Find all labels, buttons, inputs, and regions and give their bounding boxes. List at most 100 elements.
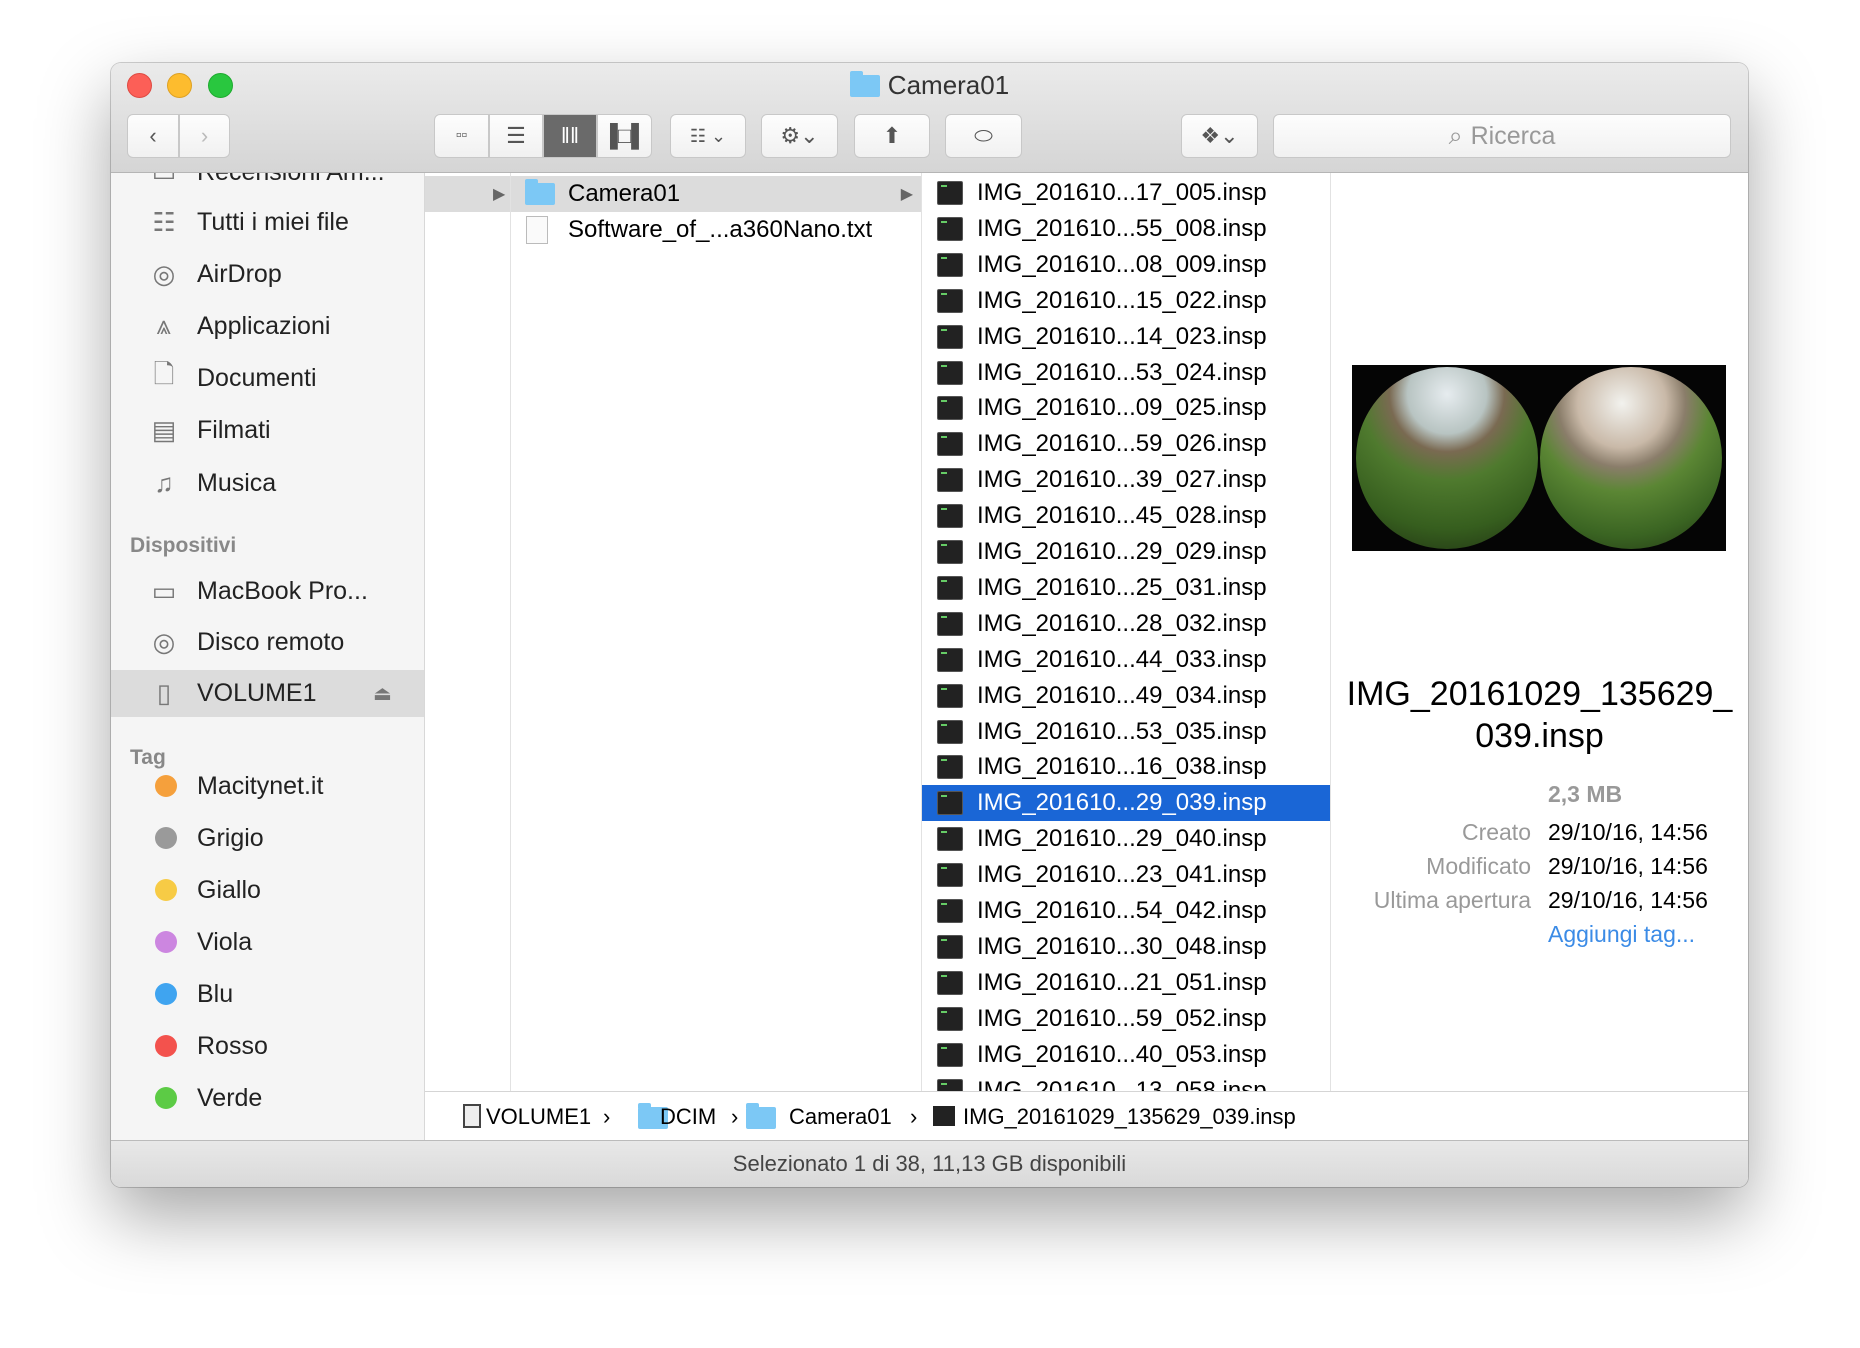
file-row[interactable]: IMG_201610...49_034.insp — [922, 678, 1330, 714]
sidebar-item-macbook[interactable]: ▭ MacBook Pro... — [111, 568, 424, 614]
insp-file-icon — [937, 719, 963, 744]
share-button[interactable]: ⬆ — [854, 114, 930, 158]
sidebar-tag-rosso[interactable]: Rosso — [111, 1023, 424, 1069]
arrange-button[interactable]: ☷ ⌄ — [670, 114, 746, 158]
folder-icon — [746, 1103, 776, 1129]
tag-color-dot-icon — [155, 879, 177, 901]
created-value: 29/10/16, 14:56 — [1548, 819, 1708, 845]
insp-file-icon — [937, 755, 963, 780]
file-row[interactable]: IMG_201610...45_028.insp — [922, 498, 1330, 534]
insp-file-icon — [937, 252, 963, 277]
file-name: IMG_201610...14_023.insp — [977, 322, 1267, 350]
sidebar-item-label: Grigio — [197, 823, 264, 852]
sidebar-tag-blu[interactable]: Blu — [111, 971, 424, 1017]
tag-color-dot-icon — [155, 1087, 177, 1109]
list-view-button[interactable]: ☰ — [489, 114, 543, 158]
chevron-right-icon: › — [910, 1104, 918, 1129]
sidebar-item-all-files[interactable]: ☷ Tutti i miei file — [111, 199, 424, 245]
tag-button[interactable]: ⬭ — [945, 114, 1022, 158]
item-name: Software_of_...a360Nano.txt — [568, 216, 873, 243]
path-item-camera01[interactable]: Camera01 — [789, 1104, 892, 1130]
sidebar-item-recensioni[interactable]: ▭ Recensioni Am... — [111, 173, 424, 195]
sidebar-item-label: MacBook Pro... — [197, 576, 368, 605]
file-row[interactable]: IMG_201610...29_039.insp — [922, 785, 1330, 822]
action-button[interactable]: ⚙⌄ — [761, 114, 838, 158]
column-row-selected[interactable]: ▶ — [425, 176, 510, 212]
sidebar-item-documents[interactable]: 🗋 Documenti — [111, 355, 424, 401]
file-row[interactable]: IMG_201610...09_025.insp — [922, 390, 1330, 426]
chevron-right-icon: › — [731, 1104, 739, 1129]
sidebar-tag-grigio[interactable]: Grigio — [111, 815, 424, 861]
eject-icon[interactable]: ⏏ — [373, 681, 392, 706]
file-name: IMG_201610...45_028.insp — [977, 502, 1267, 530]
item-name: Camera01 — [568, 180, 681, 207]
dropbox-button[interactable]: ❖⌄ — [1181, 114, 1258, 158]
file-row[interactable]: IMG_201610...53_024.insp — [922, 355, 1330, 391]
all-files-icon: ☷ — [152, 206, 176, 237]
file-row[interactable]: IMG_201610...53_035.insp — [922, 714, 1330, 750]
sidebar-tag-viola[interactable]: Viola — [111, 919, 424, 965]
insp-file-icon — [937, 504, 963, 529]
sidebar: ▭ Recensioni Am... ☷ Tutti i miei file ◎ Ai… — [111, 173, 425, 1140]
file-row[interactable]: IMG_201610...25_031.insp — [922, 570, 1330, 606]
sidebar-item-label: Macitynet.it — [197, 771, 324, 800]
sidebar-item-applications[interactable]: ⩓ Applicazioni — [111, 303, 424, 349]
forward-button[interactable]: › — [179, 114, 230, 158]
file-name: IMG_201610...53_024.insp — [977, 358, 1267, 386]
path-item-file[interactable]: IMG_20161029_135629_039.insp — [963, 1104, 1296, 1130]
file-row[interactable]: IMG_201610...14_023.insp — [922, 319, 1330, 355]
insp-file-icon — [937, 1042, 963, 1067]
sidebar-tag-giallo[interactable]: Giallo — [111, 867, 424, 913]
insp-file-icon — [937, 396, 963, 421]
sidebar-item-music[interactable]: ♫ Musica — [111, 460, 424, 506]
column-2: Camera01 ▶ Software_of_...a360Nano.txt — [511, 173, 922, 1140]
sidebar-item-movies[interactable]: ▤ Filmati — [111, 407, 424, 453]
search-icon: ⌕ — [1448, 121, 1463, 150]
file-name: IMG_201610...49_034.insp — [977, 681, 1267, 709]
file-row[interactable]: IMG_201610...29_029.insp — [922, 534, 1330, 570]
file-row[interactable]: IMG_201610...59_052.insp — [922, 1001, 1330, 1037]
path-item-volume1[interactable]: VOLUME1 — [486, 1104, 591, 1130]
add-tags-link[interactable]: Aggiungi tag... — [1548, 921, 1695, 948]
list-icon: ☰ — [506, 123, 526, 148]
icon-view-button[interactable]: ▫▫ — [434, 114, 489, 158]
file-row[interactable]: IMG_201610...59_026.insp — [922, 426, 1330, 462]
sidebar-item-remote-disc[interactable]: ◎ Disco remoto — [111, 619, 424, 665]
file-row[interactable]: IMG_201610...44_033.insp — [922, 642, 1330, 678]
file-row[interactable]: IMG_201610...16_038.insp — [922, 749, 1330, 785]
file-row[interactable]: IMG_201610...21_051.insp — [922, 965, 1330, 1001]
list-item-camera01[interactable]: Camera01 ▶ — [511, 176, 921, 212]
list-item-software-txt[interactable]: Software_of_...a360Nano.txt — [511, 212, 921, 248]
tag-color-dot-icon — [155, 983, 177, 1005]
sidebar-item-airdrop[interactable]: ◎ AirDrop — [111, 251, 424, 297]
file-row[interactable]: IMG_201610...23_041.insp — [922, 857, 1330, 893]
file-row[interactable]: IMG_201610...39_027.insp — [922, 462, 1330, 498]
tag-icon: ⬭ — [974, 123, 993, 148]
sidebar-item-label: Documenti — [197, 363, 317, 392]
cover-flow-button[interactable]: ▐□▌ — [597, 114, 652, 158]
disclosure-triangle-icon: ▶ — [493, 186, 506, 203]
file-row[interactable]: IMG_201610...29_040.insp — [922, 821, 1330, 857]
search-field[interactable]: ⌕ Ricerca — [1273, 114, 1731, 158]
sidebar-tag-macitynetit[interactable]: Macitynet.it — [111, 763, 424, 809]
file-row[interactable]: IMG_201610...54_042.insp — [922, 893, 1330, 929]
file-row[interactable]: IMG_201610...30_048.insp — [922, 929, 1330, 965]
preview-image — [1352, 365, 1726, 551]
column-view-button[interactable]: ‖‖ — [543, 114, 597, 158]
file-row[interactable]: IMG_201610...15_022.insp — [922, 283, 1330, 319]
file-row[interactable]: IMG_201610...55_008.insp — [922, 211, 1330, 247]
file-row[interactable]: IMG_201610...28_032.insp — [922, 606, 1330, 642]
back-button[interactable]: ‹ — [127, 114, 179, 158]
sidebar-item-volume1[interactable]: ▯ VOLUME1 ⏏ — [111, 670, 424, 717]
file-row[interactable]: IMG_201610...17_005.insp — [922, 175, 1330, 211]
path-item-dcim[interactable]: DCIM — [660, 1104, 716, 1130]
file-row[interactable]: IMG_201610...40_053.insp — [922, 1037, 1330, 1073]
sidebar-item-label: Tutti i miei file — [197, 207, 349, 236]
tag-color-dot-icon — [155, 931, 177, 953]
finder-window: Camera01 ‹ › ▫▫ ☰ ‖‖ ▐□▌ ☷ ⌄ ⚙⌄ ⬆ ⬭ ❖⌄ ⌕… — [111, 63, 1748, 1187]
insp-file-icon — [937, 863, 963, 888]
window-title: Camera01 — [111, 70, 1748, 101]
sidebar-tag-verde[interactable]: Verde — [111, 1075, 424, 1121]
insp-file-icon — [937, 288, 963, 313]
file-row[interactable]: IMG_201610...08_009.insp — [922, 247, 1330, 283]
